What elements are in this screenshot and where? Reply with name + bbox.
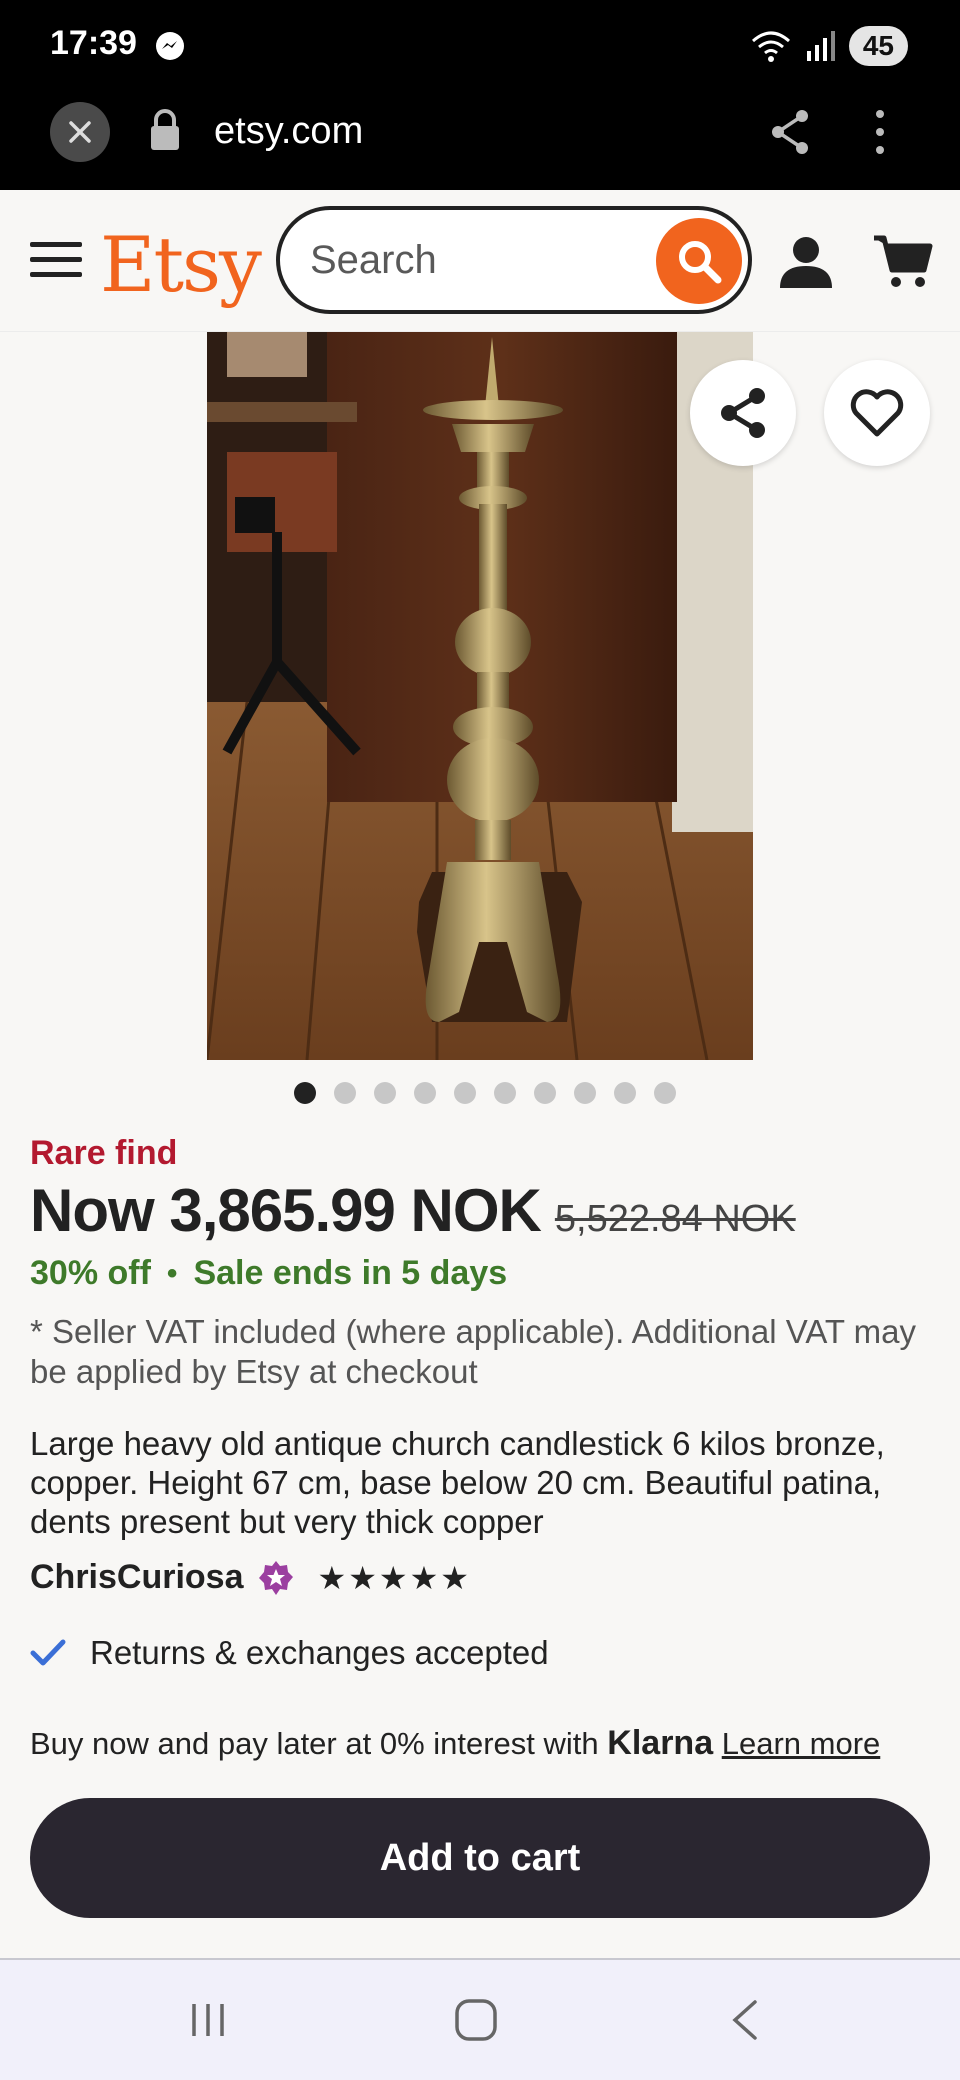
close-icon [69,121,91,143]
sale-price: Now 3,865.99 NOK [30,1177,542,1244]
product-title: Large heavy old antique church candlesti… [30,1425,885,1540]
account-icon[interactable] [778,234,834,290]
carousel-dot[interactable] [534,1082,556,1104]
klarna-promo: Buy now and pay later at 0% interest wit… [30,1724,880,1763]
cart-icon[interactable] [872,234,934,290]
carousel-dot[interactable] [454,1082,476,1104]
heart-icon [850,389,904,437]
klarna-text: Buy now and pay later at 0% interest wit… [30,1726,599,1761]
close-tab-button[interactable] [50,102,110,162]
separator-dot: • [166,1256,178,1290]
status-icons: 45 [751,26,908,66]
recent-apps-icon [192,2004,224,2036]
original-price: 5,522.84 NOK [554,1198,796,1240]
status-time: 17:39 [50,24,137,62]
product-image[interactable] [207,332,753,1060]
battery-level: 45 [848,26,908,66]
candlestick-photo [207,332,753,1060]
search-icon [679,241,722,284]
carousel-dot[interactable] [654,1082,676,1104]
search-input[interactable] [310,232,650,288]
rating-stars[interactable]: ★★★★★ [318,1559,471,1597]
carousel-dot[interactable] [574,1082,596,1104]
favorite-button[interactable] [824,360,930,466]
home-icon [455,1999,497,2041]
etsy-logo[interactable]: Etsy [100,220,262,309]
price-row: Now 3,865.99 NOK 5,522.84 NOK [30,1176,796,1245]
carousel-dot[interactable] [414,1082,436,1104]
share-product-button[interactable] [690,360,796,466]
back-icon [732,2000,757,2040]
recent-apps-button[interactable] [178,1994,238,2046]
hamburger-menu-icon[interactable] [30,240,82,280]
sale-ends-label: Sale ends in 5 days [193,1254,508,1292]
seller-info: ChrisCuriosa ★★★★★ [30,1558,471,1597]
more-options-icon[interactable] [860,106,900,158]
vat-note: * Seller VAT included (where applicable)… [30,1313,916,1390]
klarna-brand: Klarna [607,1724,714,1762]
rare-find-badge: Rare find [30,1134,178,1172]
search-button[interactable] [656,218,742,304]
browser-bar: etsy.com [0,92,960,190]
carousel-dot[interactable] [614,1082,636,1104]
signal-icon [806,31,835,61]
url-text[interactable]: etsy.com [214,110,363,153]
wifi-icon [751,31,790,62]
returns-label: Returns & exchanges accepted [90,1634,549,1671]
carousel-dot[interactable] [334,1082,356,1104]
back-button[interactable] [714,1994,774,2046]
system-nav-bar [0,1958,960,2080]
status-bar: 17:39 45 [0,0,960,92]
carousel-dot[interactable] [494,1082,516,1104]
seller-name[interactable]: ChrisCuriosa [30,1558,244,1597]
home-button[interactable] [446,1994,506,2046]
sale-info: 30% off • Sale ends in 5 days [30,1254,507,1293]
share-icon[interactable] [768,108,812,156]
site-header: Etsy [0,190,960,332]
returns-info: Returns & exchanges accepted [30,1634,549,1672]
messenger-icon [156,32,184,60]
lock-icon[interactable] [148,108,182,152]
image-carousel-dots [0,1082,960,1104]
share-icon [721,388,765,438]
carousel-dot[interactable] [294,1082,316,1104]
search-bar [276,206,752,314]
star-seller-badge-icon [258,1560,293,1595]
carousel-dot[interactable] [374,1082,396,1104]
add-to-cart-button[interactable]: Add to cart [30,1798,930,1918]
discount-label: 30% off [30,1254,151,1292]
checkmark-icon [30,1639,66,1666]
learn-more-link[interactable]: Learn more [722,1726,881,1761]
